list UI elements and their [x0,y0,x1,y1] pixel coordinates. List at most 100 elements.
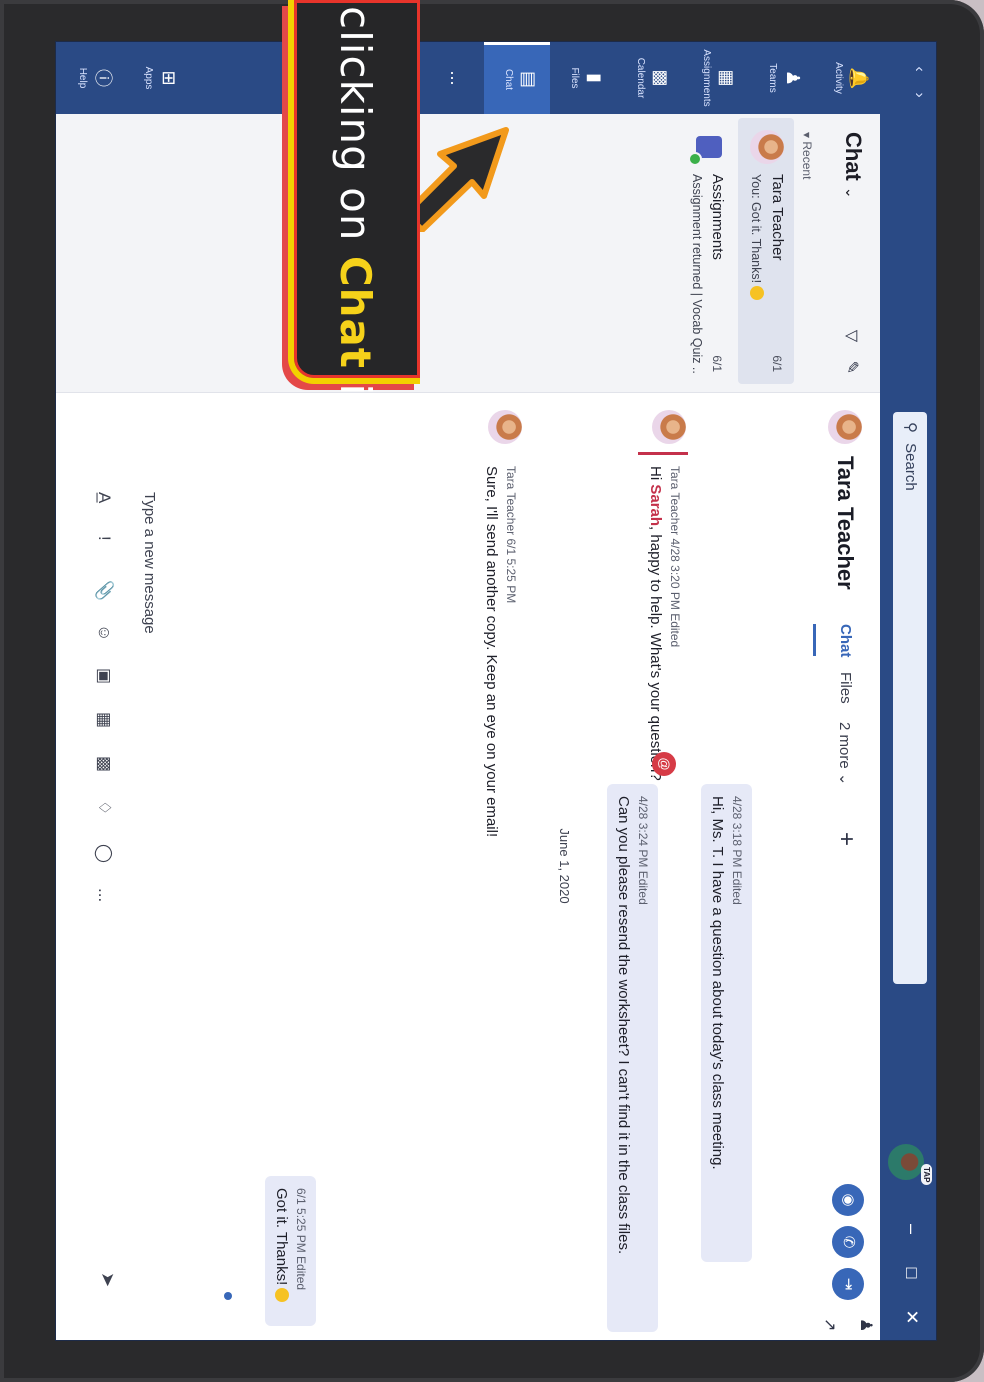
add-tab-icon[interactable]: + [832,832,860,846]
title-bar: ‹ › ⚲ Search TAP – □ ✕ [880,42,936,1340]
conversation-preview: You: Got it. Thanks! [749,174,764,374]
rail-label: Files [569,67,580,89]
status-dot [688,152,702,166]
phone-call-icon[interactable]: ✆ [832,1226,864,1258]
filter-icon[interactable]: ▽ [843,330,860,342]
teams-window: ‹ › ⚲ Search TAP – □ ✕ 🔔 Activity ♟ Team… [56,42,936,1340]
conversation-preview: Assignment returned | Vocab Quiz ... [690,174,704,374]
back-icon[interactable]: ‹ [906,56,928,82]
rail-label: Activity [833,62,844,94]
tab-files[interactable]: Files [837,672,854,704]
search-box[interactable]: ⚲ Search [893,412,927,984]
rail-assignments[interactable]: ▦ Assignments [682,42,748,114]
recent-section-label[interactable]: ▾ Recent [800,132,814,179]
message-meta: 4/28 3:18 PM Edited [730,796,744,905]
send-icon[interactable]: ➤ [97,1272,118,1287]
rail-label: Help [77,67,88,89]
message-list: 4/28 3:18 PM Edited Hi, Ms. T. I have a … [188,392,808,1340]
callout-text-part: in [331,368,380,424]
rail-activity[interactable]: 🔔 Activity [814,42,880,114]
avatar [652,410,686,444]
close-icon[interactable]: ✕ [901,1302,922,1332]
rail-chat[interactable]: ▤ Chat [484,42,550,114]
caret-icon: ▾ [800,132,814,139]
message-text-part: Got it. Thanks! [273,1188,290,1286]
message-meta: 4/28 3:24 PM Edited [636,796,650,905]
avatar [828,410,862,444]
video-call-icon[interactable]: ◉ [832,1184,864,1216]
message-input[interactable]: Type a new message [132,482,166,1300]
rail-apps[interactable]: ⊞ Apps [124,42,190,114]
instruction-callout: clicking on Chat in [288,0,420,424]
rail-more[interactable]: ... [438,42,478,114]
message-text-part: , happy to help. What's your question? [647,526,664,781]
app-rail: 🔔 Activity ♟ Teams ▦ Assignments ▩ Calen… [56,42,880,114]
message-body: Tara Teacher 4/28 3:20 PM Edited Hi Sara… [641,456,688,791]
message-bubble-me[interactable]: 4/28 3:18 PM Edited Hi, Ms. T. I have a … [701,784,752,1262]
mention[interactable]: Sarah [647,484,664,526]
gif-icon[interactable]: ▣ [94,668,114,712]
chat-icon: ▤ [519,70,539,88]
avatar [750,130,784,164]
message-text: Hi Sarah, happy to help. What's your que… [647,466,664,781]
chat-title-text: Chat [841,132,866,181]
rail-calendar[interactable]: ▩ Calendar [616,42,682,114]
preview-text: You: Got it. Thanks! [749,174,763,284]
teams-icon: ♟ [783,69,803,87]
rail-help[interactable]: ⓘ Help [58,42,124,114]
format-icon[interactable]: A̲ [94,492,114,536]
tab-chat[interactable]: Chat [837,624,854,657]
rail-label: Chat [503,68,514,91]
message-text: Got it. Thanks! [273,1188,290,1314]
chevron-down-icon: ⌄ [843,186,859,199]
callout-text: clicking on Chat in [331,6,380,424]
maximize-icon[interactable]: □ [901,1258,922,1288]
date-separator: June 1, 2020 [557,828,572,904]
bulb-icon[interactable]: ◯ [94,844,114,888]
rail-teams[interactable]: ♟ Teams [748,42,814,114]
praise-icon[interactable]: ♢ [94,800,114,844]
conversation-date: 6/1 [770,355,784,372]
conversation-name: Assignments [709,174,726,260]
search-icon: ⚲ [902,422,919,433]
share-screen-icon[interactable]: ⇥ [832,1268,864,1300]
smiley-icon [275,1288,289,1303]
conversation-title: Tara Teacher [833,456,858,590]
smiley-icon [750,286,764,301]
help-icon: ⓘ [93,69,113,87]
compose-area: Type a new message A̲!📎☺▣▦▩♢◯... ➤ [56,392,166,1340]
emoji-icon[interactable]: ☺ [94,624,114,668]
sticker-icon[interactable]: ▦ [94,712,114,756]
profile-avatar[interactable] [886,1142,926,1182]
message-other[interactable]: Tara Teacher 6/1 5:25 PM Sure, I'll send… [468,410,524,1110]
message-meta: Tara Teacher 4/28 3:20 PM Edited [668,466,682,648]
chat-list-title[interactable]: Chat ⌄ [840,132,866,199]
message-bubble-me[interactable]: 4/28 3:24 PM Edited Can you please resen… [607,784,658,1332]
message-text: Hi, Ms. T. I have a question about today… [709,796,726,1170]
minimize-icon[interactable]: – [901,1214,922,1244]
important-icon[interactable]: ! [94,536,114,580]
conversation-item[interactable]: Tara Teacher 6/1 You: Got it. Thanks! [738,118,794,384]
conversation-item[interactable]: Assignments 6/1 Assignment returned | Vo… [678,118,734,384]
attach-icon[interactable]: 📎 [94,580,114,624]
backpack-icon: ▦ [717,69,737,87]
tab-more[interactable]: 2 more ⌄ [836,722,854,785]
rail-label: Teams [767,63,778,93]
message-bubble-me[interactable]: 6/1 5:25 PM Edited Got it. Thanks! [265,1176,316,1326]
conversation-name: Tara Teacher [769,174,786,261]
schedule-meeting-icon[interactable]: ▩ [94,756,114,800]
add-people-icon[interactable]: ♟ [856,1318,876,1332]
chevron-down-icon: ⌄ [836,772,853,786]
more-options-icon[interactable]: ... [94,888,114,932]
pop-out-icon[interactable]: ↗ [820,1318,840,1331]
search-placeholder: Search [902,443,919,491]
message-meta: 6/1 5:25 PM Edited [294,1188,308,1291]
new-chat-icon[interactable]: ✎ [843,361,860,374]
account-initials: TAP [921,1164,932,1186]
message-text-part: Hi [647,466,664,485]
rail-label: Apps [143,66,154,90]
rail-files[interactable]: ▮ Files [550,42,616,114]
conversation-header: Tara Teacher Chat Files 2 more ⌄ + ◉ ✆ ⇥… [808,392,880,1340]
message-meta: Tara Teacher 6/1 5:25 PM [504,466,518,604]
forward-icon[interactable]: › [906,82,928,108]
